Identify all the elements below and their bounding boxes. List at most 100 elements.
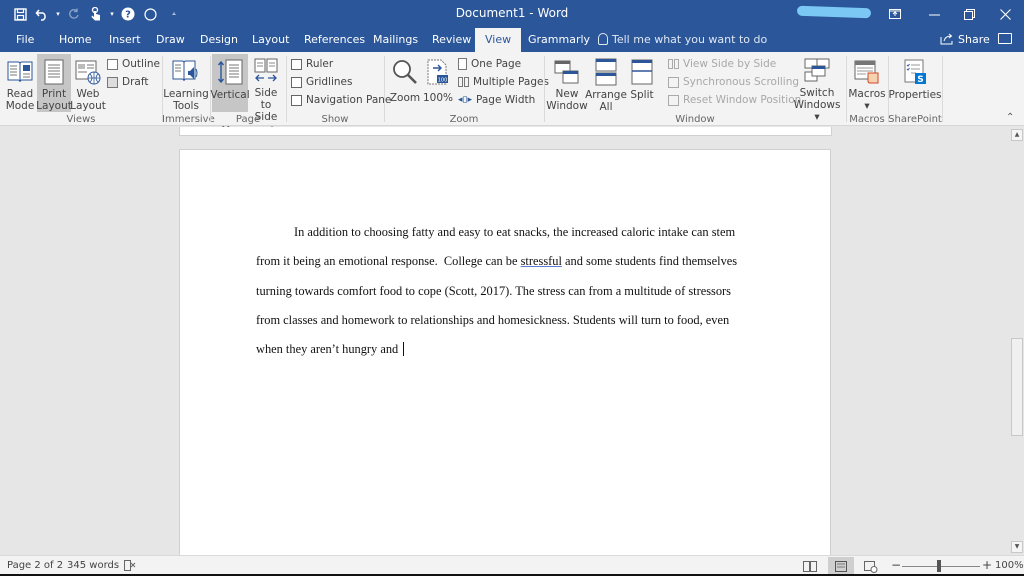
navigation-pane-check-box[interactable] (291, 94, 302, 106)
scroll-thumb[interactable] (1011, 338, 1023, 436)
tab-layout[interactable]: Layout (250, 28, 291, 52)
macros-button[interactable]: Macros ▾ (848, 54, 886, 112)
misspelled-word[interactable]: stressful (521, 254, 562, 268)
switch-windows-button[interactable]: Switch Windows ▾ (792, 54, 842, 123)
synchronous-scrolling-icon (668, 76, 679, 88)
properties-button[interactable]: S Properties (888, 54, 942, 112)
gridlines-checkbox[interactable]: Gridlines (291, 74, 352, 90)
new-window-button[interactable]: New Window (546, 54, 588, 112)
one-page-button[interactable]: One Page (458, 56, 521, 72)
svg-text:100: 100 (438, 78, 448, 84)
tell-me-search[interactable]: Tell me what you want to do (598, 28, 767, 52)
learning-tools-button[interactable]: Learning Tools (163, 54, 209, 112)
tab-design[interactable]: Design (198, 28, 240, 52)
scroll-up-button[interactable]: ▲ (1011, 129, 1023, 141)
ruler-check-box[interactable] (291, 58, 302, 70)
svg-text:?: ? (125, 10, 131, 21)
gridlines-check-box[interactable] (291, 76, 302, 88)
document-page[interactable]: In addition to choosing fatty and easy t… (179, 149, 831, 555)
page-count[interactable]: Page 2 of 2 (7, 560, 63, 571)
touch-mode-button[interactable] (86, 4, 106, 24)
undo-button[interactable] (32, 4, 52, 24)
proofing-errors-icon (124, 560, 136, 571)
navigation-pane-checkbox[interactable]: Navigation Pane (291, 92, 391, 108)
zoom-100-button[interactable]: 100 100% (423, 54, 453, 112)
split-button[interactable]: Split (627, 54, 657, 112)
multiple-pages-button[interactable]: Multiple Pages (458, 74, 549, 90)
previous-page (179, 127, 832, 136)
tab-references[interactable]: References (302, 28, 367, 52)
tab-draw[interactable]: Draw (154, 28, 187, 52)
ruler-label: Ruler (306, 58, 334, 70)
tab-mailings[interactable]: Mailings (371, 28, 420, 52)
circle-button[interactable] (140, 4, 160, 24)
proofing-icon[interactable] (124, 560, 136, 574)
tab-view[interactable]: View (475, 28, 522, 52)
window-group-label: Window (675, 114, 715, 125)
ruler-checkbox[interactable]: Ruler (291, 56, 333, 72)
web-layout-button[interactable]: Web Layout (70, 54, 106, 112)
tab-insert[interactable]: Insert (107, 28, 143, 52)
group-separator (384, 56, 385, 122)
tab-review[interactable]: Review (430, 28, 473, 52)
lightbulb-icon (598, 33, 608, 45)
customize-quick-access-icon[interactable]: ⩡ (170, 10, 178, 19)
view-side-by-side-button[interactable]: View Side by Side (668, 56, 776, 72)
ribbon-view: Read Mode Print Layout Web Layout Outlin… (0, 52, 1024, 136)
page-width-button[interactable]: ◂▯▸ Page Width (458, 92, 535, 108)
zoom-level[interactable]: 100% (995, 560, 1024, 571)
close-button[interactable] (986, 0, 1024, 28)
page-width-icon: ◂▯▸ (458, 95, 472, 105)
share-button[interactable]: Share (940, 28, 990, 52)
account-name-redacted[interactable] (796, 5, 872, 19)
document-body[interactable]: In addition to choosing fatty and easy t… (256, 225, 756, 371)
line-text: and some students find themselves (561, 254, 738, 269)
document-canvas[interactable]: In addition to choosing fatty and easy t… (0, 127, 1010, 555)
comments-icon[interactable] (998, 33, 1012, 44)
scroll-down-button[interactable]: ▼ (1011, 541, 1023, 553)
arrange-all-button[interactable]: Arrange All (585, 54, 627, 113)
restore-button[interactable] (950, 0, 988, 28)
new-window-label-1: New (555, 88, 579, 100)
synchronous-scrolling-button[interactable]: Synchronous Scrolling (668, 74, 799, 90)
tab-file[interactable]: File (14, 28, 36, 52)
tell-me-label: Tell me what you want to do (612, 33, 768, 46)
collapse-ribbon-icon[interactable]: ⌃ (1006, 112, 1014, 123)
ribbon-tabs: File Home Insert Draw Design Layout Refe… (0, 28, 1024, 52)
tab-grammarly[interactable]: Grammarly (526, 28, 592, 52)
switch-windows-text: Windows (793, 99, 841, 111)
side-to-side-label-1: Side (254, 87, 278, 99)
reset-window-position-button[interactable]: Reset Window Position (668, 92, 801, 108)
vertical-button[interactable]: Vertical (210, 54, 250, 112)
zoom-slider-track[interactable] (902, 566, 980, 567)
zoom-in-button[interactable]: + (982, 558, 992, 572)
save-button[interactable] (10, 4, 30, 24)
web-layout-icon (75, 60, 101, 84)
tab-home[interactable]: Home (57, 28, 93, 52)
redo-button[interactable] (64, 4, 84, 24)
vertical-scrollbar[interactable]: ▲ ▼ (1010, 127, 1024, 555)
share-icon (940, 33, 953, 45)
outline-button[interactable]: Outline (107, 56, 160, 72)
zoom-button[interactable]: Zoom (389, 54, 421, 112)
minimize-button[interactable] (915, 0, 953, 28)
view-side-by-side-label: View Side by Side (683, 58, 777, 70)
read-mode-button[interactable]: Read Mode (4, 54, 36, 112)
web-layout-label-2: Layout (70, 100, 106, 112)
print-layout-button[interactable]: Print Layout (36, 54, 72, 112)
touch-mode-dropdown-icon[interactable]: ▾ (108, 10, 116, 18)
word-count[interactable]: 345 words (67, 560, 119, 571)
arrange-all-label-1: Arrange (585, 89, 627, 101)
arrange-all-label-2: All (599, 101, 613, 113)
help-button[interactable]: ? (118, 4, 138, 24)
minimize-icon (928, 14, 940, 15)
magnifier-icon (393, 60, 417, 84)
zoom-slider-thumb[interactable] (937, 560, 941, 572)
ribbon-display-options-button[interactable] (876, 0, 914, 28)
side-to-side-button[interactable]: Side to Side (250, 54, 282, 123)
draft-button[interactable]: Draft (107, 74, 148, 90)
touch-mode-icon (91, 7, 100, 21)
immersive-group-label: Immersive (162, 114, 215, 125)
undo-dropdown-icon[interactable]: ▾ (54, 10, 62, 18)
zoom-out-button[interactable]: − (891, 558, 901, 572)
